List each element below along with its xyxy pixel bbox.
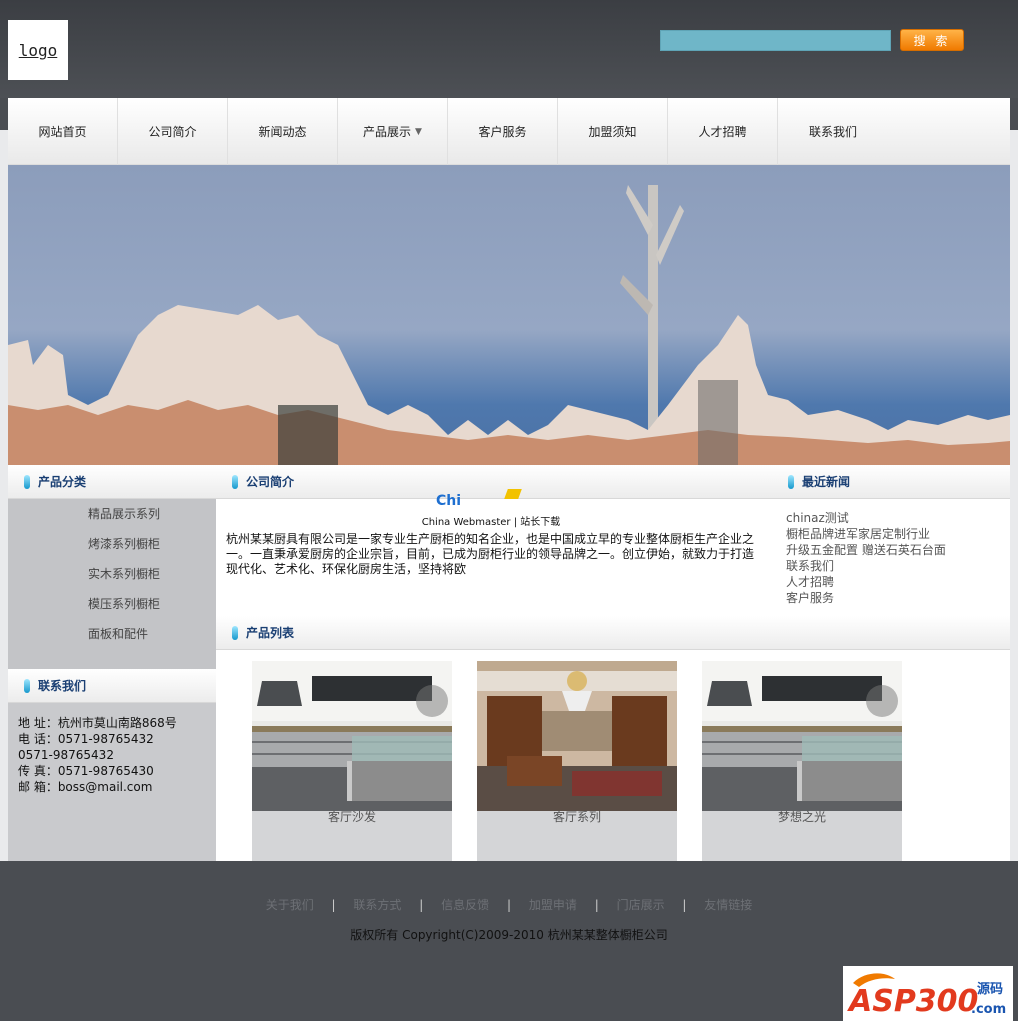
nav-item-products[interactable]: 产品展示 ▼ (338, 98, 448, 165)
nav-item-jobs[interactable]: 人才招聘 (668, 98, 778, 165)
contact-info: 地 址：杭州市莫山南路868号 电 话：0571-98765432 0571-9… (8, 703, 216, 861)
nav-item-service[interactable]: 客户服务 (448, 98, 558, 165)
contact-fax: 传 真：0571-98765430 (18, 764, 154, 778)
svg-text:源码: 源码 (977, 981, 1003, 997)
hero-banner (8, 165, 1010, 465)
footer-link-stores[interactable]: 门店展示 (617, 898, 665, 912)
about-text: China Webmaster | 站长下载 杭州某某厨具有限公司是一家专业生产… (226, 515, 756, 577)
footer-links: 关于我们 | 联系方式 | 信息反馈 | 加盟申请 | 门店展示 | 友情链接 (8, 896, 1010, 913)
footer-separator: | (331, 898, 336, 912)
banner-landscape-image (8, 185, 1010, 465)
search-input[interactable] (660, 30, 891, 51)
search-button[interactable]: 搜 索 (900, 29, 964, 51)
footer-link-contact[interactable]: 联系方式 (353, 898, 401, 912)
left-sidebar: 产品分类 精品展示系列 烤漆系列橱柜 实木系列橱柜 模压系列橱柜 面板和配件 联… (8, 465, 216, 861)
product-image[interactable] (252, 661, 452, 811)
nav-item-franchise[interactable]: 加盟须知 (558, 98, 668, 165)
svg-text:.com: .com (971, 1002, 1006, 1017)
product-card[interactable]: 梦想之光 (702, 661, 902, 861)
footer-link-feedback[interactable]: 信息反馈 (441, 898, 489, 912)
product-image[interactable] (477, 661, 677, 811)
category-item[interactable]: 实木系列橱柜 (8, 559, 216, 589)
nav-item-news[interactable]: 新闻动态 (228, 98, 338, 165)
nav-item-contact[interactable]: 联系我们 (778, 98, 888, 165)
chevron-down-icon: ▼ (415, 126, 422, 137)
product-caption[interactable]: 梦想之光 (702, 811, 902, 823)
news-header: 最近新闻 (772, 465, 1010, 499)
nav-item-about[interactable]: 公司简介 (118, 98, 228, 165)
product-card[interactable]: 客厅沙发 (252, 661, 452, 861)
footer-link-about[interactable]: 关于我们 (266, 898, 314, 912)
footer-separator: | (419, 898, 424, 912)
about-paragraph: 杭州某某厨具有限公司是一家专业生产厨柜的知名企业，也是中国成立早的专业整体厨柜生… (226, 532, 755, 576)
news-list: chinaz测试 橱柜品牌进军家居定制行业 升级五金配置 赠送石英石台面 联系我… (786, 510, 946, 606)
svg-text:ASP300: ASP300 (847, 984, 978, 1019)
category-list: 精品展示系列 烤漆系列橱柜 实木系列橱柜 模压系列橱柜 面板和配件 (8, 499, 216, 669)
about-header: 公司简介 (216, 465, 772, 499)
bullet-pill-icon (24, 678, 30, 693)
categories-header: 产品分类 (8, 465, 216, 499)
contact-header: 联系我们 (8, 669, 216, 703)
news-item[interactable]: chinaz测试 (786, 510, 946, 526)
category-item[interactable]: 面板和配件 (8, 619, 216, 649)
product-image[interactable] (702, 661, 902, 811)
footer-link-friends[interactable]: 友情链接 (704, 898, 752, 912)
news-item[interactable]: 客户服务 (786, 590, 946, 606)
contact-phone-2: 0571-98765432 (18, 748, 114, 762)
asp300-watermark-logo: ASP300 源码 .com (843, 966, 1013, 1021)
product-section: 产品列表 客厅沙发 客厅系列 梦想之光 (216, 616, 1010, 861)
news-item[interactable]: 人才招聘 (786, 574, 946, 590)
contact-email: 邮 箱：boss@mail.com (18, 780, 153, 794)
bullet-pill-icon (232, 474, 238, 489)
nav-item-home[interactable]: 网站首页 (8, 98, 118, 165)
contact-address: 地 址：杭州市莫山南路868号 (18, 716, 177, 730)
product-caption[interactable]: 客厅系列 (477, 811, 677, 823)
footer-separator: | (682, 898, 687, 912)
news-item[interactable]: 橱柜品牌进军家居定制行业 (786, 526, 946, 542)
news-item[interactable]: 升级五金配置 赠送石英石台面 (786, 542, 946, 558)
header: logo 搜 索 (0, 0, 1018, 98)
bullet-pill-icon (788, 474, 794, 489)
category-item[interactable]: 精品展示系列 (8, 499, 216, 529)
main-nav: 网站首页 公司简介 新闻动态 产品展示 ▼ 客户服务 加盟须知 人才招聘 联系我们 (8, 98, 1010, 165)
site-logo[interactable]: logo (8, 20, 68, 80)
about-credit: China Webmaster | 站长下载 (421, 517, 561, 528)
bullet-pill-icon (232, 625, 238, 640)
footer-separator: | (594, 898, 599, 912)
main-content: 产品分类 精品展示系列 烤漆系列橱柜 实木系列橱柜 模压系列橱柜 面板和配件 联… (8, 465, 1010, 861)
news-item[interactable]: 联系我们 (786, 558, 946, 574)
product-card[interactable]: 客厅系列 (477, 661, 677, 861)
chinaz-logo-fragment: Chi (436, 493, 462, 509)
bullet-pill-icon (24, 474, 30, 489)
product-caption[interactable]: 客厅沙发 (252, 811, 452, 823)
category-item[interactable]: 烤漆系列橱柜 (8, 529, 216, 559)
copyright: 版权所有 Copyright(C)2009-2010 杭州某某整体橱柜公司 (350, 928, 668, 942)
products-header: 产品列表 (216, 616, 1010, 650)
category-item[interactable]: 模压系列橱柜 (8, 589, 216, 619)
contact-phone: 电 话：0571-98765432 (18, 732, 154, 746)
footer-link-franchise[interactable]: 加盟申请 (529, 898, 577, 912)
footer-separator: | (506, 898, 512, 912)
